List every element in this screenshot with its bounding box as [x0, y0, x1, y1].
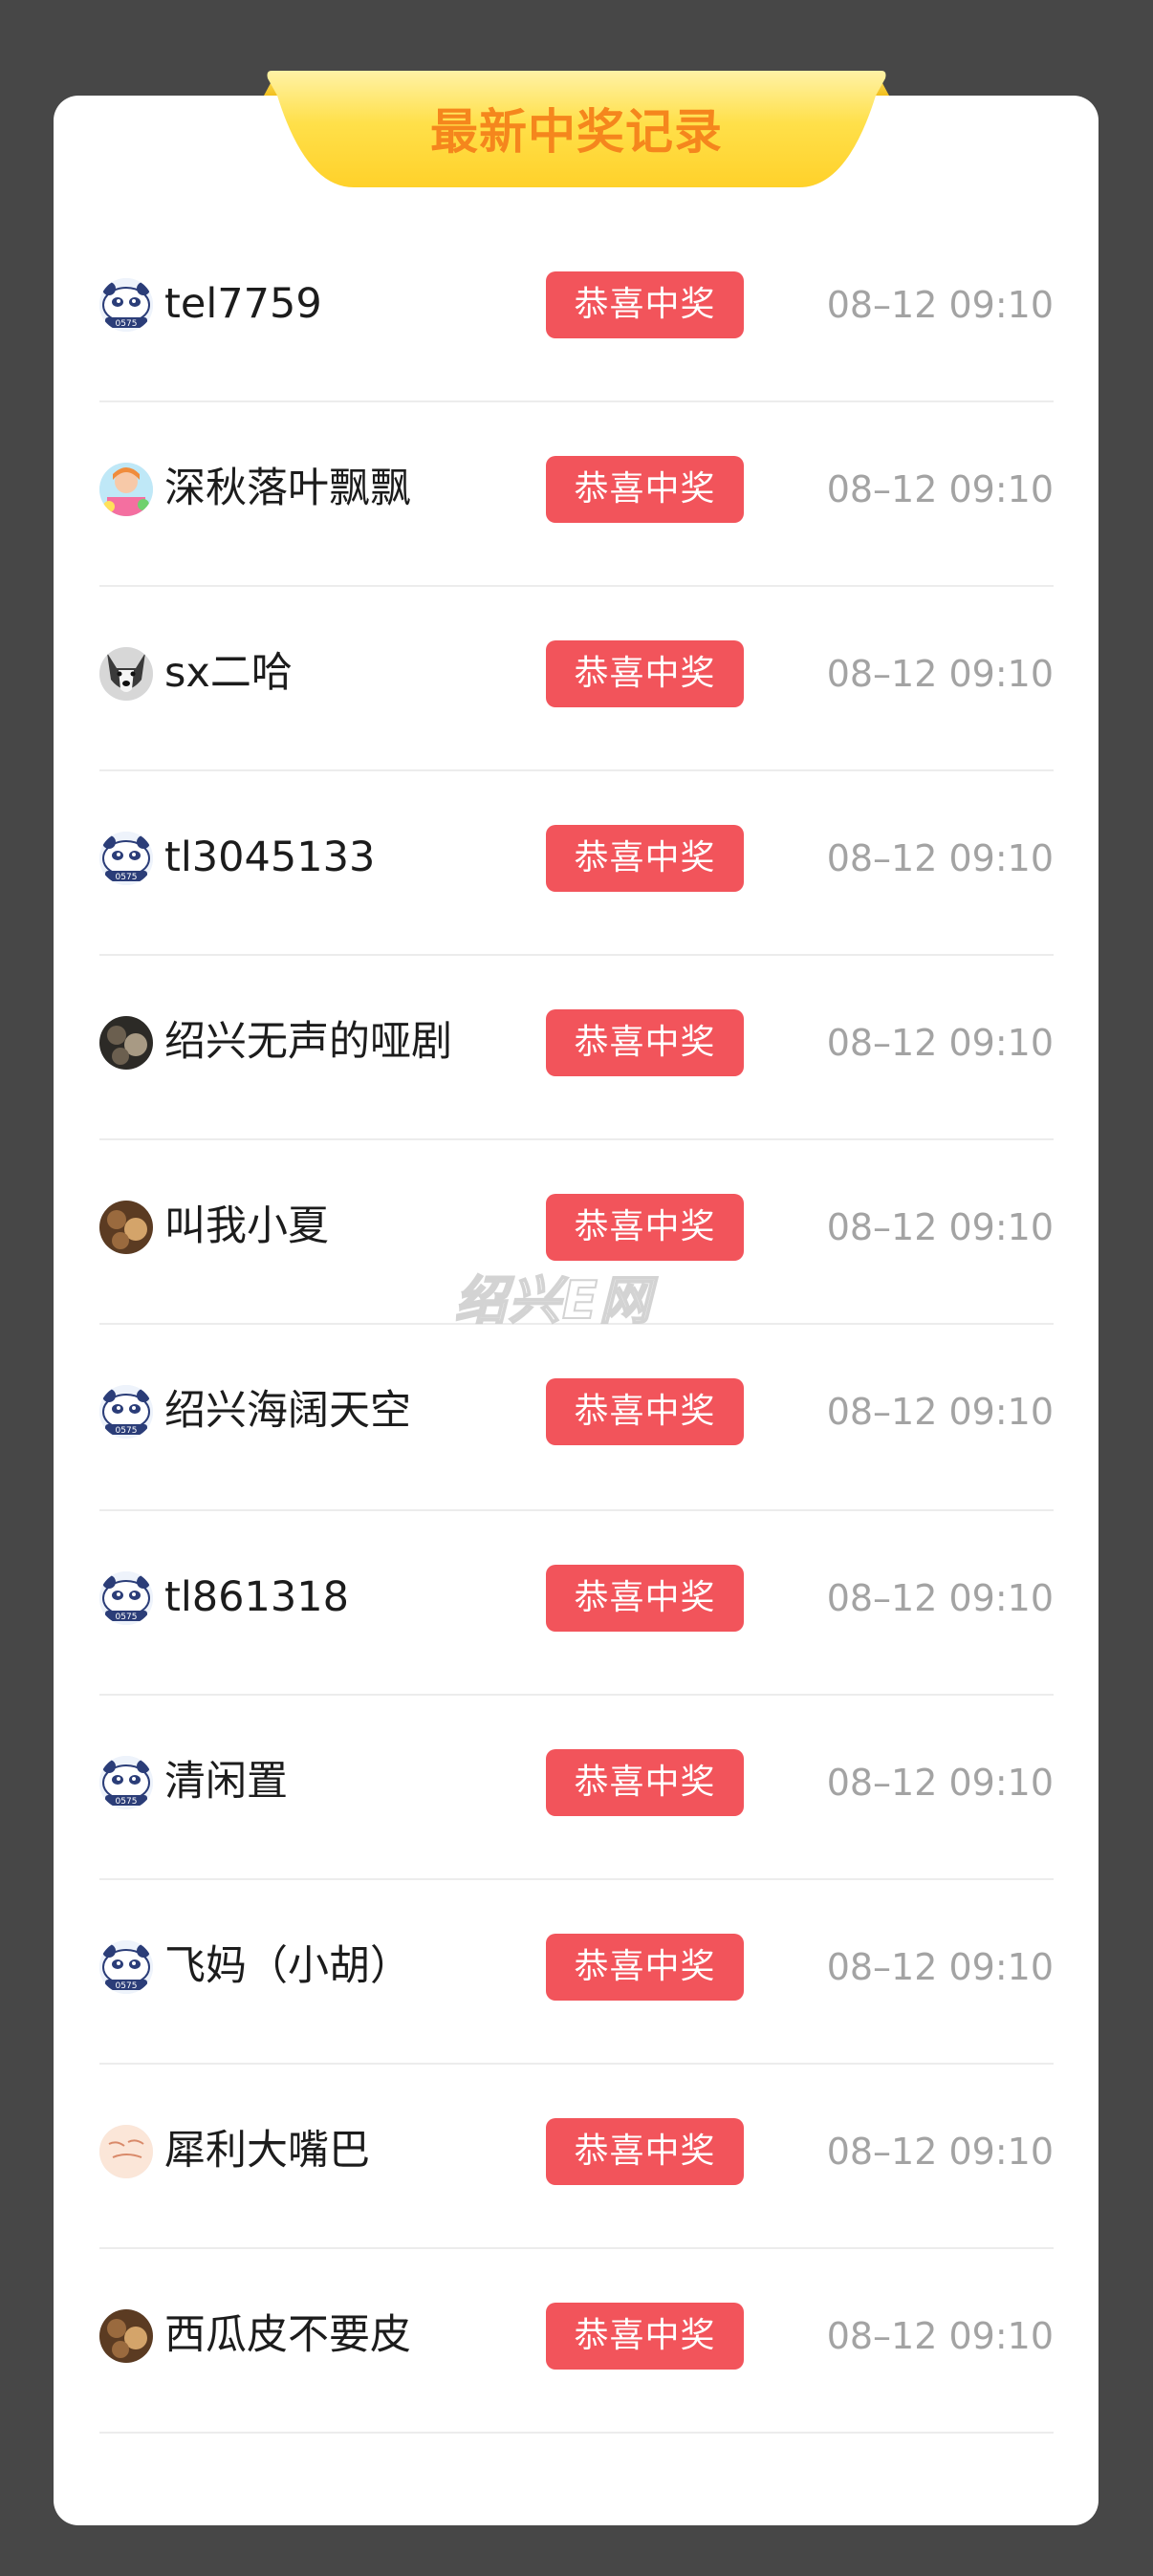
list-item: 0575 tel7759 恭喜中奖 08–12 09:10: [99, 218, 1054, 402]
svg-text:0575: 0575: [116, 1797, 138, 1807]
win-time: 08–12 09:10: [826, 1762, 1054, 1804]
panda-avatar-icon[interactable]: 0575: [99, 1940, 153, 1994]
username: 绍兴海阔天空: [164, 1387, 411, 1435]
winner-badge: 恭喜中奖: [546, 1749, 744, 1816]
winner-badge: 恭喜中奖: [546, 825, 744, 892]
winner-badge: 恭喜中奖: [546, 640, 744, 707]
svg-text:0575: 0575: [116, 1426, 138, 1436]
username: 西瓜皮不要皮: [164, 2311, 411, 2359]
panda-avatar-icon[interactable]: 0575: [99, 278, 153, 332]
svg-text:0575: 0575: [116, 1981, 138, 1991]
svg-text:0575: 0575: [116, 319, 138, 329]
svg-text:0575: 0575: [116, 1613, 138, 1622]
win-time: 08–12 09:10: [826, 837, 1054, 879]
list-item: 犀利大嘴巴 恭喜中奖 08–12 09:10: [99, 2065, 1054, 2249]
username: sx二哈: [164, 649, 293, 697]
win-time: 08–12 09:10: [826, 1946, 1054, 1988]
win-time: 08–12 09:10: [826, 284, 1054, 326]
username: 清闲置: [164, 1758, 288, 1806]
husky-avatar-icon[interactable]: [99, 647, 153, 701]
username: tl861318: [164, 1573, 349, 1621]
winner-badge: 恭喜中奖: [546, 1009, 744, 1076]
svg-text:0575: 0575: [116, 873, 138, 882]
win-time: 08–12 09:10: [826, 653, 1054, 695]
winner-badge: 恭喜中奖: [546, 2303, 744, 2370]
photo-avatar-icon[interactable]: [99, 1201, 153, 1254]
list-item: 绍兴无声的哑剧 恭喜中奖 08–12 09:10: [99, 956, 1054, 1140]
list-item: 0575 tl3045133 恭喜中奖 08–12 09:10: [99, 771, 1054, 956]
text-avatar-icon[interactable]: [99, 2125, 153, 2178]
winner-badge: 恭喜中奖: [546, 456, 744, 523]
winner-badge: 恭喜中奖: [546, 1194, 744, 1261]
winner-badge: 恭喜中奖: [546, 1934, 744, 2001]
win-time: 08–12 09:10: [826, 468, 1054, 510]
photo-avatar-icon[interactable]: [99, 2309, 153, 2363]
win-time: 08–12 09:10: [826, 2131, 1054, 2173]
list-item: sx二哈 恭喜中奖 08–12 09:10: [99, 587, 1054, 771]
site-watermark: 绍兴E网: [454, 1269, 653, 1331]
win-time: 08–12 09:10: [826, 1206, 1054, 1248]
anime-avatar-icon[interactable]: [99, 463, 153, 516]
username: 绍兴无声的哑剧: [164, 1018, 452, 1066]
winner-badge: 恭喜中奖: [546, 2118, 744, 2185]
list-item: 0575 tl861318 恭喜中奖 08–12 09:10: [99, 1511, 1054, 1696]
username: 犀利大嘴巴: [164, 2127, 370, 2175]
list-item: 0575 绍兴海阔天空 恭喜中奖 08–12 09:10: [99, 1325, 1054, 1511]
win-time: 08–12 09:10: [826, 1391, 1054, 1433]
photo-avatar-icon[interactable]: [99, 1016, 153, 1070]
winner-badge: 恭喜中奖: [546, 1565, 744, 1632]
list-item: 深秋落叶飘飘 恭喜中奖 08–12 09:10: [99, 402, 1054, 587]
list-item: 0575 清闲置 恭喜中奖 08–12 09:10: [99, 1696, 1054, 1880]
username: 深秋落叶飘飘: [164, 465, 411, 512]
panda-avatar-icon[interactable]: 0575: [99, 1756, 153, 1809]
page-title: 最新中奖记录: [430, 104, 723, 160]
win-time: 08–12 09:10: [826, 1022, 1054, 1064]
winner-badge: 恭喜中奖: [546, 1378, 744, 1445]
win-time: 08–12 09:10: [826, 2315, 1054, 2357]
panda-avatar-icon[interactable]: 0575: [99, 832, 153, 885]
title-ribbon: 最新中奖记录: [264, 71, 889, 187]
list-item: 0575 飞妈（小胡） 恭喜中奖 08–12 09:10: [99, 1880, 1054, 2065]
panda-avatar-icon[interactable]: 0575: [99, 1385, 153, 1439]
username: 叫我小夏: [164, 1202, 329, 1250]
win-time: 08–12 09:10: [826, 1577, 1054, 1619]
winner-badge: 恭喜中奖: [546, 271, 744, 338]
list-item: 西瓜皮不要皮 恭喜中奖 08–12 09:10: [99, 2249, 1054, 2434]
username: 飞妈（小胡）: [164, 1942, 411, 1990]
panda-avatar-icon[interactable]: 0575: [99, 1571, 153, 1625]
username: tl3045133: [164, 833, 376, 881]
username: tel7759: [164, 280, 322, 328]
